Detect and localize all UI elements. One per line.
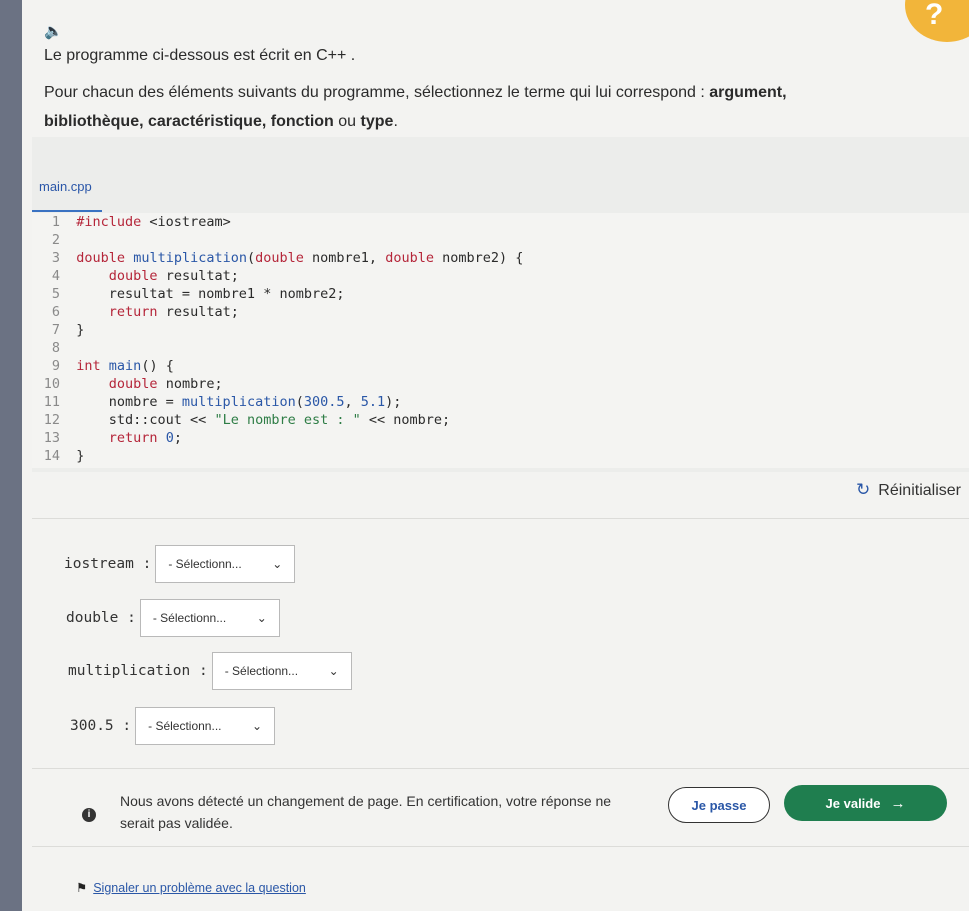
code-line: 11 nombre = multiplication(300.5, 5.1); xyxy=(43,394,402,410)
divider xyxy=(32,846,969,847)
flag-icon: ⚑ xyxy=(76,881,88,895)
chevron-down-icon: ⌄ xyxy=(328,664,339,678)
arrow-right-icon: → xyxy=(890,794,906,812)
term-select[interactable]: - Sélectionn... ⌄ xyxy=(135,707,276,745)
help-badge[interactable]: ? xyxy=(905,0,969,42)
speaker-icon[interactable]: 🔈 xyxy=(44,22,63,40)
question-label: 300.5 : xyxy=(70,718,132,734)
skip-button[interactable]: Je passe xyxy=(668,787,770,823)
term-select[interactable]: - Sélectionn... ⌄ xyxy=(155,545,296,583)
code-line: 9 int main() { xyxy=(51,358,174,374)
term-select[interactable]: - Sélectionn... ⌄ xyxy=(211,652,352,690)
intro-line-2: Pour chacun des éléments suivants du pro… xyxy=(44,84,787,130)
code-line: 4 double resultat; xyxy=(51,268,239,284)
notice-text: Nous avons détecté un changement de page… xyxy=(120,793,612,831)
code-line: 10 double nombre; xyxy=(43,376,223,392)
divider xyxy=(32,768,969,769)
question-mark-icon: ? xyxy=(925,0,944,31)
code-line: 6 return resultat; xyxy=(51,304,239,320)
question-label: multiplication : xyxy=(68,663,208,679)
code-line: 5 resultat = nombre1 * nombre2; xyxy=(51,286,345,302)
chevron-down-icon: ⌄ xyxy=(256,611,267,625)
reset-button[interactable]: ↻ Réinitialiser xyxy=(856,480,961,500)
code-editor: main.cpp 1 #include <iostream> 2 3 doubl… xyxy=(32,137,969,472)
validate-button[interactable]: Je valide → xyxy=(784,785,947,821)
code-line: 12 std::cout << "Le nombre est : " << no… xyxy=(43,412,451,428)
info-icon: i xyxy=(82,808,96,822)
code-line: 8 xyxy=(51,340,60,356)
question-intro: Le programme ci-dessous est écrit en C++… xyxy=(44,46,864,136)
question-row: iostream : - Sélectionn... ⌄ xyxy=(64,545,296,583)
tab-underline xyxy=(32,210,102,212)
divider xyxy=(32,518,969,519)
refresh-icon: ↻ xyxy=(856,480,871,499)
code-line: 2 xyxy=(51,232,60,248)
file-tab[interactable]: main.cpp xyxy=(39,179,92,194)
intro-line-1: Le programme ci-dessous est écrit en C++… xyxy=(44,47,356,64)
code-line: 3 double multiplication(double nombre1, … xyxy=(51,250,524,266)
code-line: 13 return 0; xyxy=(43,430,182,446)
chevron-down-icon: ⌄ xyxy=(252,719,263,733)
main-panel: ? 🔈 Le programme ci-dessous est écrit en… xyxy=(22,0,969,911)
question-row: double : - Sélectionn... ⌄ xyxy=(66,599,280,637)
question-row: multiplication : - Sélectionn... ⌄ xyxy=(68,652,352,690)
report-problem-link[interactable]: ⚑ Signaler un problème avec la question xyxy=(76,880,306,895)
chevron-down-icon: ⌄ xyxy=(272,557,283,571)
page-change-notice: i Nous avons détecté un changement de pa… xyxy=(82,790,640,834)
question-row: 300.5 : - Sélectionn... ⌄ xyxy=(70,707,276,745)
left-strip xyxy=(0,0,22,911)
question-label: iostream : xyxy=(64,556,152,572)
code-line: 1 #include <iostream> xyxy=(51,214,231,230)
question-label: double : xyxy=(66,610,136,626)
term-select[interactable]: - Sélectionn... ⌄ xyxy=(139,599,280,637)
code-line: 7 } xyxy=(51,322,85,338)
code-area: 1 #include <iostream> 2 3 double multipl… xyxy=(32,213,969,468)
code-line: 14 } xyxy=(43,448,85,464)
